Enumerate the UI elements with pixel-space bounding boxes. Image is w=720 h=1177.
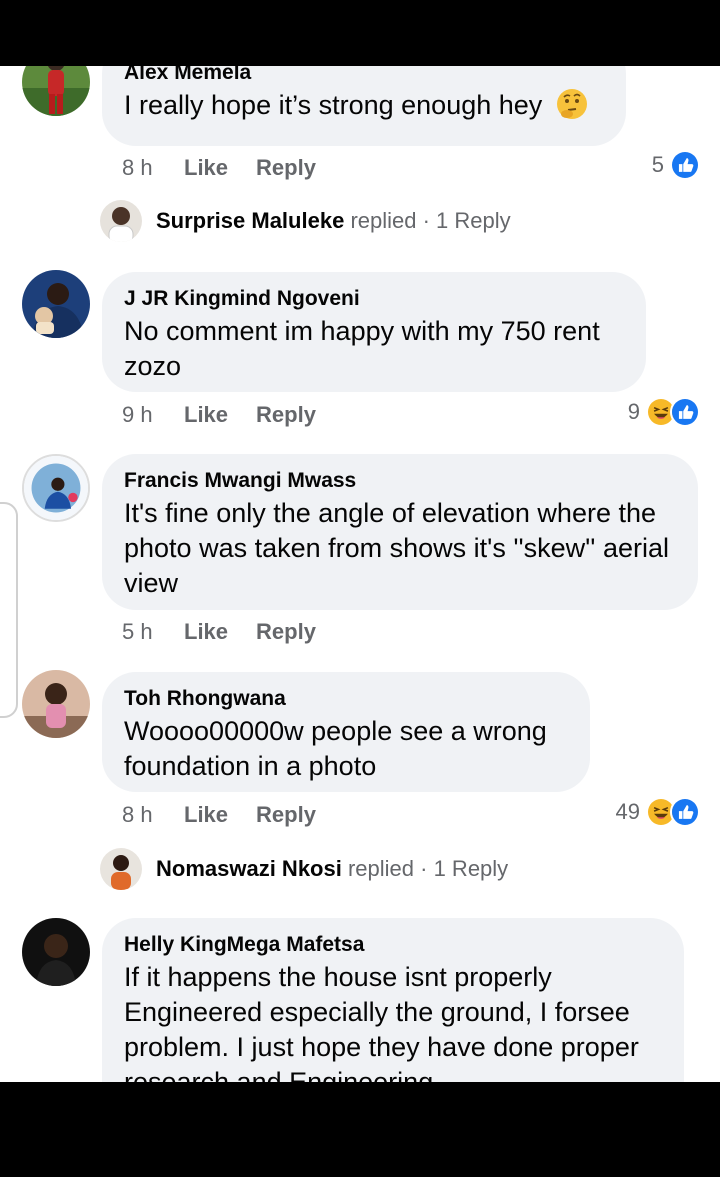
page-edge-indicator xyxy=(0,502,18,718)
avatar xyxy=(100,200,142,242)
reply-action: replied xyxy=(347,856,415,881)
comment-timestamp: 5 h xyxy=(122,619,153,644)
comment-actions: 8 h Like Reply xyxy=(122,801,316,829)
reaction-count: 5 xyxy=(651,152,664,177)
reaction-summary[interactable]: 9 xyxy=(628,397,700,427)
reply-button[interactable]: Reply xyxy=(256,618,316,646)
comment-bubble: Helly KingMega Mafetsa If it happens the… xyxy=(102,918,684,1082)
avatar[interactable] xyxy=(22,454,90,522)
reply-count: 1 Reply xyxy=(436,208,511,233)
comment-timestamp: 8 h xyxy=(122,155,153,180)
comment-bubble: J JR Kingmind Ngoveni No comment im happ… xyxy=(102,272,646,392)
comment-actions: 9 h Like Reply xyxy=(122,401,316,429)
comment-bubble: Alex Memela I really hope it’s strong en… xyxy=(102,66,626,146)
comment-bubble: Toh Rhongwana Woooo00000w people see a w… xyxy=(102,672,590,792)
reply-author: Surprise Maluleke xyxy=(156,208,345,233)
avatar[interactable] xyxy=(22,66,90,116)
reply-action: replied xyxy=(350,208,417,233)
reaction-summary[interactable]: 49 xyxy=(616,797,700,827)
comment-text-body: I really hope it’s strong enough hey xyxy=(124,90,543,120)
avatar[interactable] xyxy=(22,270,90,338)
reply-thread-link[interactable]: Surprise Maluleke replied · 1 Reply xyxy=(100,200,511,242)
thinking-face-icon xyxy=(556,88,588,120)
comment-bubble: Francis Mwangi Mwass It's fine only the … xyxy=(102,454,698,610)
comment-actions: 5 h Like Reply xyxy=(122,618,316,646)
like-button[interactable]: Like xyxy=(184,801,228,829)
comment-author[interactable]: Toh Rhongwana xyxy=(124,686,568,712)
reply-count: 1 Reply xyxy=(433,856,509,881)
like-button[interactable]: Like xyxy=(184,618,228,646)
like-reaction-icon xyxy=(670,150,700,180)
like-reaction-icon xyxy=(670,797,700,827)
comment-text: No comment im happy with my 750 rent zoz… xyxy=(124,316,600,381)
avatar xyxy=(100,848,142,890)
reply-button[interactable]: Reply xyxy=(256,801,316,829)
comments-viewport: Alex Memela I really hope it’s strong en… xyxy=(0,66,720,1082)
comment-author[interactable]: Helly KingMega Mafetsa xyxy=(124,932,662,958)
comment-author[interactable]: Alex Memela xyxy=(124,66,604,86)
like-button[interactable]: Like xyxy=(184,154,228,182)
reaction-count: 9 xyxy=(627,399,640,424)
reaction-summary[interactable]: 5 xyxy=(652,150,700,180)
reaction-count: 49 xyxy=(615,799,640,824)
comment-author[interactable]: Francis Mwangi Mwass xyxy=(124,468,676,494)
reply-button[interactable]: Reply xyxy=(256,154,316,182)
avatar[interactable] xyxy=(22,670,90,738)
reply-thread-link[interactable]: Nomaswazi Nkosi replied · 1 Reply xyxy=(100,848,508,890)
like-button[interactable]: Like xyxy=(184,401,228,429)
comment-text: Woooo00000w people see a wrong foundatio… xyxy=(124,716,547,781)
comment-text: I really hope it’s strong enough hey xyxy=(124,88,604,123)
like-reaction-icon xyxy=(670,397,700,427)
avatar[interactable] xyxy=(22,918,90,986)
comment-timestamp: 9 h xyxy=(122,402,153,427)
reply-author: Nomaswazi Nkosi xyxy=(156,856,342,881)
comment-text: It's fine only the angle of elevation wh… xyxy=(124,498,669,598)
comment-author[interactable]: J JR Kingmind Ngoveni xyxy=(124,286,624,312)
comment-text: If it happens the house isnt properly En… xyxy=(124,962,639,1082)
comment-actions: 8 h Like Reply xyxy=(122,154,316,182)
reply-button[interactable]: Reply xyxy=(256,401,316,429)
comment-timestamp: 8 h xyxy=(122,802,153,827)
